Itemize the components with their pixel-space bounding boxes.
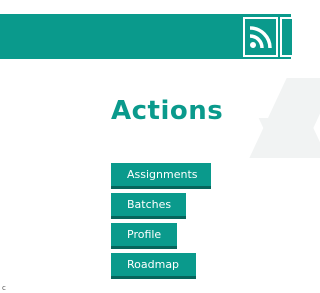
assignments-button[interactable]: Assignments [111, 163, 211, 189]
corner-mark: c [2, 284, 6, 292]
rss-icon [249, 26, 272, 49]
profile-button[interactable]: Profile [111, 223, 177, 249]
page-title: Actions [111, 96, 224, 126]
batches-button[interactable]: Batches [111, 193, 186, 219]
header-extra-button[interactable] [280, 17, 294, 57]
roadmap-button[interactable]: Roadmap [111, 253, 196, 279]
rss-feed-button[interactable] [243, 17, 278, 57]
